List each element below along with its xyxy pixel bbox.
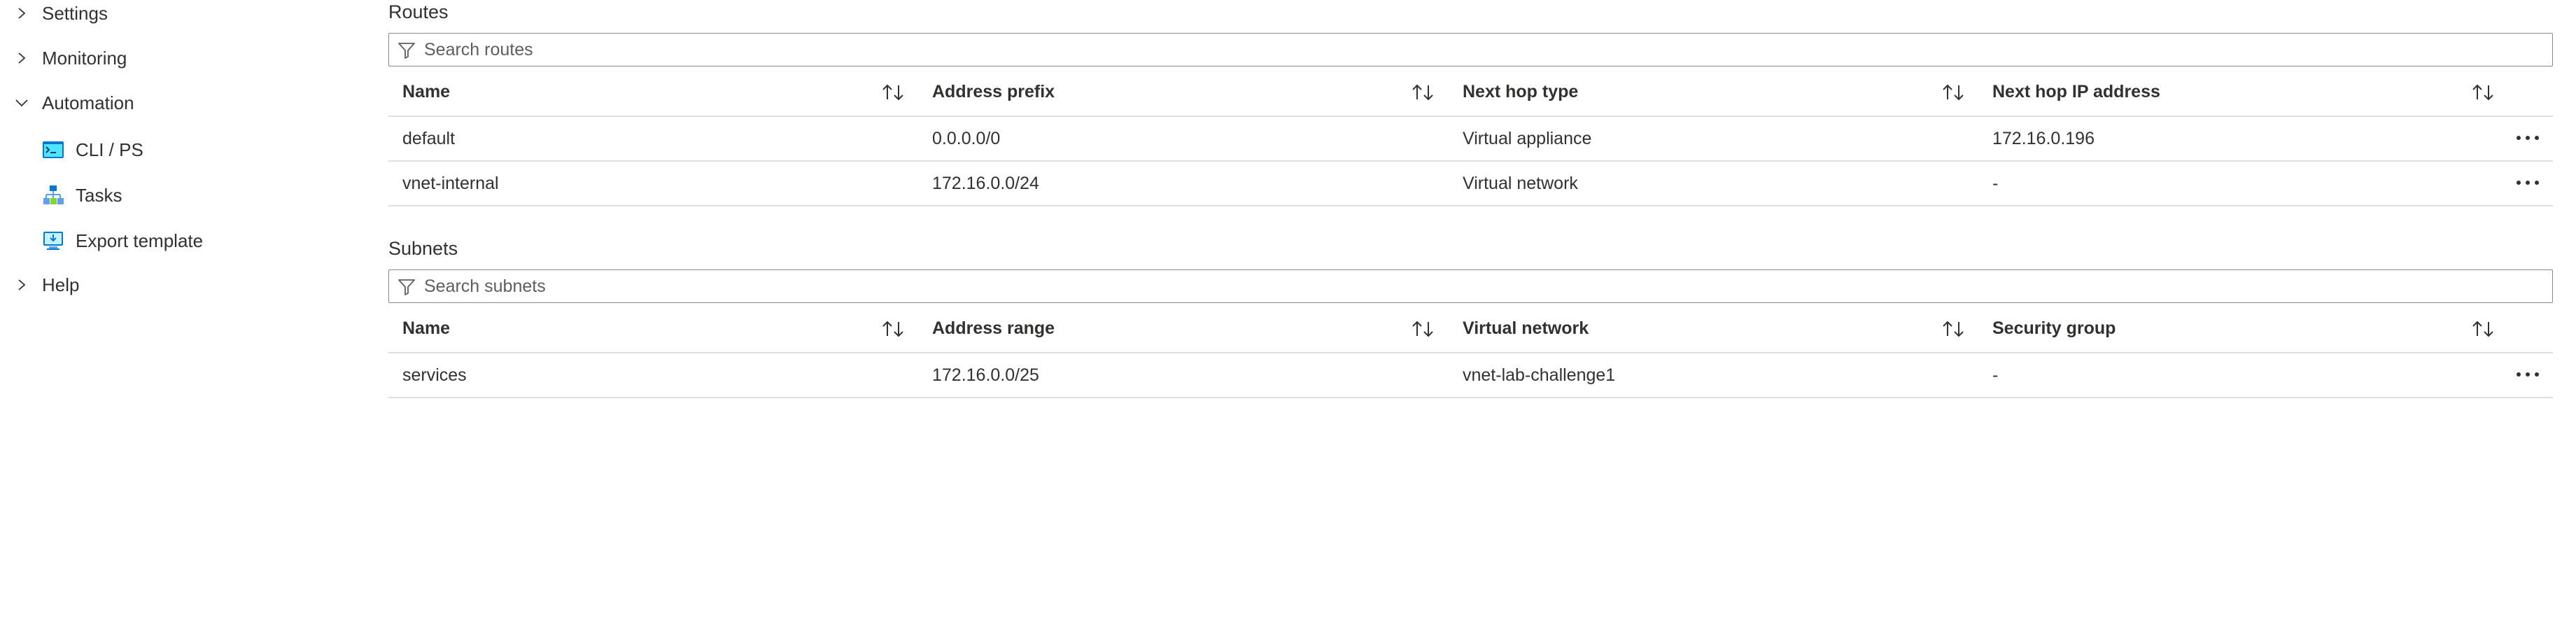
table-row[interactable]: services 172.16.0.0/25 vnet-lab-challeng… xyxy=(388,353,2553,398)
sort-icon[interactable] xyxy=(1410,319,1437,339)
chevron-right-icon xyxy=(10,273,34,297)
next-hop-ip-cell: 172.16.0.196 xyxy=(1992,128,2095,148)
sidebar-item-label: Export template xyxy=(76,230,204,251)
subnets-search-input[interactable] xyxy=(424,273,2524,300)
sort-icon[interactable] xyxy=(2470,319,2497,339)
address-prefix-cell: 172.16.0.0/24 xyxy=(932,173,1039,193)
tasks-icon xyxy=(41,183,66,208)
routes-search-input[interactable] xyxy=(424,36,2524,63)
route-name-cell: default xyxy=(402,128,456,148)
sort-icon[interactable] xyxy=(880,319,907,339)
cli-ps-icon xyxy=(41,137,66,162)
sort-icon[interactable] xyxy=(2470,83,2497,102)
sidebar-item-label: CLI / PS xyxy=(76,139,143,160)
next-hop-type-cell: Virtual appliance xyxy=(1463,128,1592,148)
nav-label-automation: Automation xyxy=(42,92,134,113)
chevron-right-icon xyxy=(10,1,34,25)
chevron-right-icon xyxy=(10,46,34,70)
virtual-network-cell: vnet-lab-challenge1 xyxy=(1463,365,1616,385)
more-options-icon[interactable] xyxy=(2514,171,2542,194)
subnets-header-row: Name Address range Virtual network Secur… xyxy=(388,304,2553,353)
subnets-section-title: Subnets xyxy=(388,238,458,259)
sort-icon[interactable] xyxy=(1410,83,1437,102)
next-hop-type-cell: Virtual network xyxy=(1463,173,1578,193)
more-options-icon[interactable] xyxy=(2514,363,2542,386)
security-group-cell: - xyxy=(1992,365,1999,385)
column-header-next-hop-ip[interactable]: Next hop IP address xyxy=(1992,68,2160,115)
export-template-icon xyxy=(41,228,66,253)
routes-search-box[interactable] xyxy=(388,33,2553,66)
nav-label-settings: Settings xyxy=(42,2,108,24)
column-header-address-prefix[interactable]: Address prefix xyxy=(932,68,1055,115)
table-row[interactable]: vnet-internal 172.16.0.0/24 Virtual netw… xyxy=(388,162,2553,206)
nav-label-help: Help xyxy=(42,274,80,295)
chevron-down-icon xyxy=(10,91,34,115)
routes-header-row: Name Address prefix Next hop type Next h… xyxy=(388,68,2553,117)
nav-label-monitoring: Monitoring xyxy=(42,47,127,69)
sidebar-nav: Settings Monitoring Automation CLI / PS xyxy=(0,0,364,632)
route-name-cell: vnet-internal xyxy=(402,173,499,193)
address-prefix-cell: 0.0.0.0/0 xyxy=(932,128,1001,148)
nav-group-help[interactable]: Help xyxy=(0,267,364,302)
subnet-name-cell: services xyxy=(402,365,467,385)
next-hop-ip-cell: - xyxy=(1992,173,1999,193)
column-header-next-hop-type[interactable]: Next hop type xyxy=(1463,68,1578,115)
more-options-icon[interactable] xyxy=(2514,127,2542,149)
routes-section-title: Routes xyxy=(388,1,449,22)
sort-icon[interactable] xyxy=(1941,83,1967,102)
table-row[interactable]: default 0.0.0.0/0 Virtual appliance 172.… xyxy=(388,117,2553,162)
sidebar-item-tasks[interactable]: Tasks xyxy=(0,176,364,214)
sidebar-item-label: Tasks xyxy=(76,184,122,206)
sort-icon[interactable] xyxy=(880,83,907,102)
nav-group-monitoring[interactable]: Monitoring xyxy=(0,41,364,76)
column-header-name[interactable]: Name xyxy=(402,68,450,115)
column-header-virtual-network[interactable]: Virtual network xyxy=(1463,304,1589,352)
filter-icon xyxy=(398,279,415,295)
address-range-cell: 172.16.0.0/25 xyxy=(932,365,1039,385)
column-header-address-range[interactable]: Address range xyxy=(932,304,1055,352)
sidebar-item-cli-ps[interactable]: CLI / PS xyxy=(0,131,364,169)
filter-icon xyxy=(398,43,415,59)
column-header-security-group[interactable]: Security group xyxy=(1992,304,2116,352)
column-header-name[interactable]: Name xyxy=(402,304,450,352)
subnets-grid: Name Address range Virtual network Secur… xyxy=(388,304,2553,398)
subnets-search-box[interactable] xyxy=(388,269,2553,303)
routes-grid: Name Address prefix Next hop type Next h… xyxy=(388,68,2553,206)
nav-group-automation[interactable]: Automation xyxy=(0,85,364,120)
nav-group-settings[interactable]: Settings xyxy=(0,0,364,31)
sort-icon[interactable] xyxy=(1941,319,1967,339)
sidebar-item-export-template[interactable]: Export template xyxy=(0,222,364,260)
